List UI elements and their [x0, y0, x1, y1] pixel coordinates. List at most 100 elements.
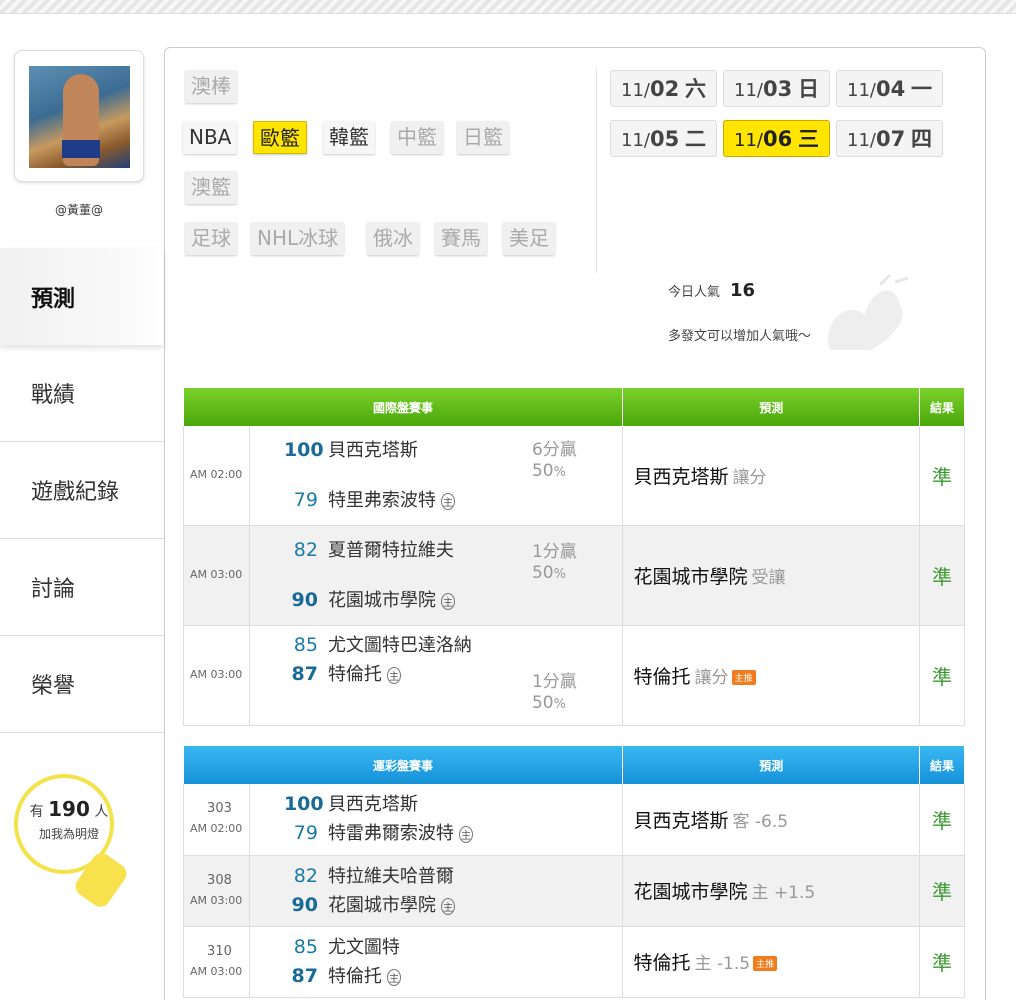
date-button-1107[interactable]: 11/07 四	[836, 120, 943, 157]
game-info: 310 AM 03:00	[183, 926, 250, 998]
avatar-card[interactable]	[14, 50, 144, 182]
result-mark: 準	[919, 926, 965, 998]
sidebar-nav: 預測 戰績 遊戲紀錄 討論 榮譽	[0, 248, 164, 733]
team-name: 特里弗索波特	[327, 489, 436, 511]
spread-info: 6分贏 50%	[531, 440, 577, 481]
prediction: 特倫托 讓分 主推	[622, 625, 921, 726]
nav-item-discussion[interactable]: 討論	[0, 539, 164, 636]
nav-item-game-log[interactable]: 遊戲紀錄	[0, 442, 164, 539]
team-name: 特雷弗爾索波特	[327, 823, 454, 845]
result-mark: 準	[919, 855, 965, 927]
score: 90	[291, 588, 318, 611]
league-tag-japan-basketball[interactable]: 日籃	[457, 121, 509, 154]
match-cell: 85 尤文圖特巴達洛納 87 特倫托主 1分贏 50%	[249, 625, 624, 726]
table-row: 308 AM 03:00 82 特拉維夫哈普爾 90 花園城市學院主 花園城市學院主 …	[183, 855, 965, 927]
league-tag-american-football[interactable]: 美足	[503, 222, 555, 255]
divider	[596, 68, 597, 273]
prediction: 花園城市學院主 +1.5	[622, 855, 921, 927]
result-mark: 準	[919, 625, 965, 726]
league-tag-korea-basketball[interactable]: 韓籃	[323, 121, 375, 154]
game-info: 308 AM 03:00	[183, 855, 250, 927]
prediction: 貝西克塔斯客 -6.5	[622, 784, 921, 856]
league-tag-au-basketball[interactable]: 澳籃	[185, 171, 237, 204]
score: 82	[293, 864, 318, 887]
username[interactable]: @黃董@	[14, 201, 144, 218]
col-header-result: 結果	[919, 746, 965, 784]
game-info: 303 AM 02:00	[183, 784, 250, 856]
featured-pick-badge: 主推	[753, 956, 778, 971]
follow-lightbulb[interactable]: 有 190 人 加我為明燈	[10, 770, 131, 911]
col-header-result: 結果	[919, 388, 965, 426]
score: 79	[293, 488, 318, 511]
league-tag-soccer[interactable]: 足球	[185, 222, 237, 255]
league-tag-horse-racing[interactable]: 賽馬	[435, 222, 487, 255]
team-name: 特拉維夫哈普爾	[327, 865, 454, 887]
league-tag-au-baseball[interactable]: 澳棒	[185, 70, 237, 103]
col-header-prediction: 預測	[622, 746, 921, 784]
league-tag-china-basketball[interactable]: 中籃	[391, 121, 443, 154]
team-name: 花園城市學院	[327, 894, 436, 916]
prediction: 貝西克塔斯 讓分	[622, 426, 921, 526]
spread-info: 1分贏 50%	[531, 671, 577, 713]
col-header-lottery: 運彩盤賽事	[183, 746, 624, 784]
follow-caption: 加我為明燈	[38, 827, 99, 841]
featured-pick-badge: 主推	[731, 669, 756, 685]
home-marker: 主	[440, 492, 455, 510]
team-name: 貝西克塔斯	[327, 794, 418, 816]
col-header-prediction: 預測	[622, 388, 921, 426]
table-row: AM 03:00 82 夏普爾特拉維夫 90 花園城市學院主 1分贏 50% 花園城市…	[183, 525, 965, 626]
col-header-intl: 國際盤賽事	[183, 388, 624, 426]
prediction: 花園城市學院 受讓	[622, 525, 921, 626]
table-row: 310 AM 03:00 85 尤文圖特 87 特倫托主 特倫托主 -1.5 主推 準	[183, 926, 965, 998]
date-button-1105[interactable]: 11/05 二	[610, 120, 717, 157]
table-row: 303 AM 02:00 100 貝西克塔斯 79 特雷弗爾索波特主 貝西克塔斯客 -…	[183, 784, 965, 856]
home-marker: 主	[458, 826, 473, 844]
result-mark: 準	[919, 525, 965, 626]
date-button-1104[interactable]: 11/04 一	[836, 70, 943, 107]
home-marker: 主	[386, 667, 401, 684]
team-name: 尤文圖特巴達洛納	[327, 635, 472, 656]
team-name: 貝西克塔斯	[327, 439, 418, 461]
team-name: 花園城市學院	[327, 589, 436, 611]
table-row: AM 02:00 100 貝西克塔斯 79 特里弗索波特主 6分贏 50% 貝西克塔斯…	[183, 426, 965, 526]
match-cell: 82 夏普爾特拉維夫 90 花園城市學院主 1分贏 50%	[249, 525, 624, 626]
team-name: 夏普爾特拉維夫	[327, 539, 454, 561]
result-mark: 準	[919, 426, 965, 526]
score: 100	[283, 793, 324, 816]
date-button-1103[interactable]: 11/03 日	[723, 70, 830, 107]
avatar[interactable]	[29, 66, 130, 168]
game-time: AM 02:00	[183, 426, 250, 526]
score: 85	[293, 935, 318, 958]
date-button-1102[interactable]: 11/02 六	[610, 70, 717, 107]
game-time: AM 03:00	[183, 625, 250, 726]
team-name: 尤文圖特	[327, 936, 400, 958]
score: 82	[293, 538, 318, 561]
score: 87	[291, 663, 318, 685]
date-button-1106[interactable]: 11/06 三	[723, 120, 830, 157]
home-marker: 主	[386, 968, 401, 986]
score: 100	[283, 438, 324, 461]
lottery-odds-table: 運彩盤賽事 預測 結果 303 AM 02:00 100 貝西克塔斯 79 特雷弗爾索…	[183, 746, 965, 998]
spread-info: 1分贏 50%	[531, 541, 577, 583]
top-decorative-border	[0, 0, 1016, 14]
popularity-tip: 多發文可以增加人氣哦～	[668, 329, 812, 344]
result-mark: 準	[919, 784, 965, 856]
league-tag-nba[interactable]: NBA	[183, 121, 238, 154]
match-cell: 85 尤文圖特 87 特倫托主	[249, 926, 624, 998]
nav-item-record[interactable]: 戰績	[0, 345, 164, 442]
league-tag-euro-basketball[interactable]: 歐籃	[253, 121, 307, 154]
follower-count: 190	[48, 797, 90, 821]
match-cell: 100 貝西克塔斯 79 特里弗索波特主 6分贏 50%	[249, 426, 624, 526]
team-name: 特倫托	[327, 664, 382, 685]
nav-item-predict[interactable]: 預測	[0, 248, 164, 345]
popularity: 今日人氣 16	[668, 280, 756, 301]
league-tag-nhl[interactable]: NHL冰球	[251, 222, 345, 255]
match-cell: 100 貝西克塔斯 79 特雷弗爾索波特主	[249, 784, 624, 856]
league-tag-russia-hockey[interactable]: 俄冰	[367, 222, 419, 255]
prediction: 特倫托主 -1.5 主推	[622, 926, 921, 998]
table-row: AM 03:00 85 尤文圖特巴達洛納 87 特倫托主 1分贏 50% 特倫托 讓分主…	[183, 625, 965, 726]
intl-odds-table: 國際盤賽事 預測 結果 AM 02:00 100 貝西克塔斯 79 特里弗索波特主 …	[183, 388, 965, 726]
nav-item-honor[interactable]: 榮譽	[0, 636, 164, 733]
game-time: AM 03:00	[183, 525, 250, 626]
home-marker: 主	[440, 592, 455, 610]
